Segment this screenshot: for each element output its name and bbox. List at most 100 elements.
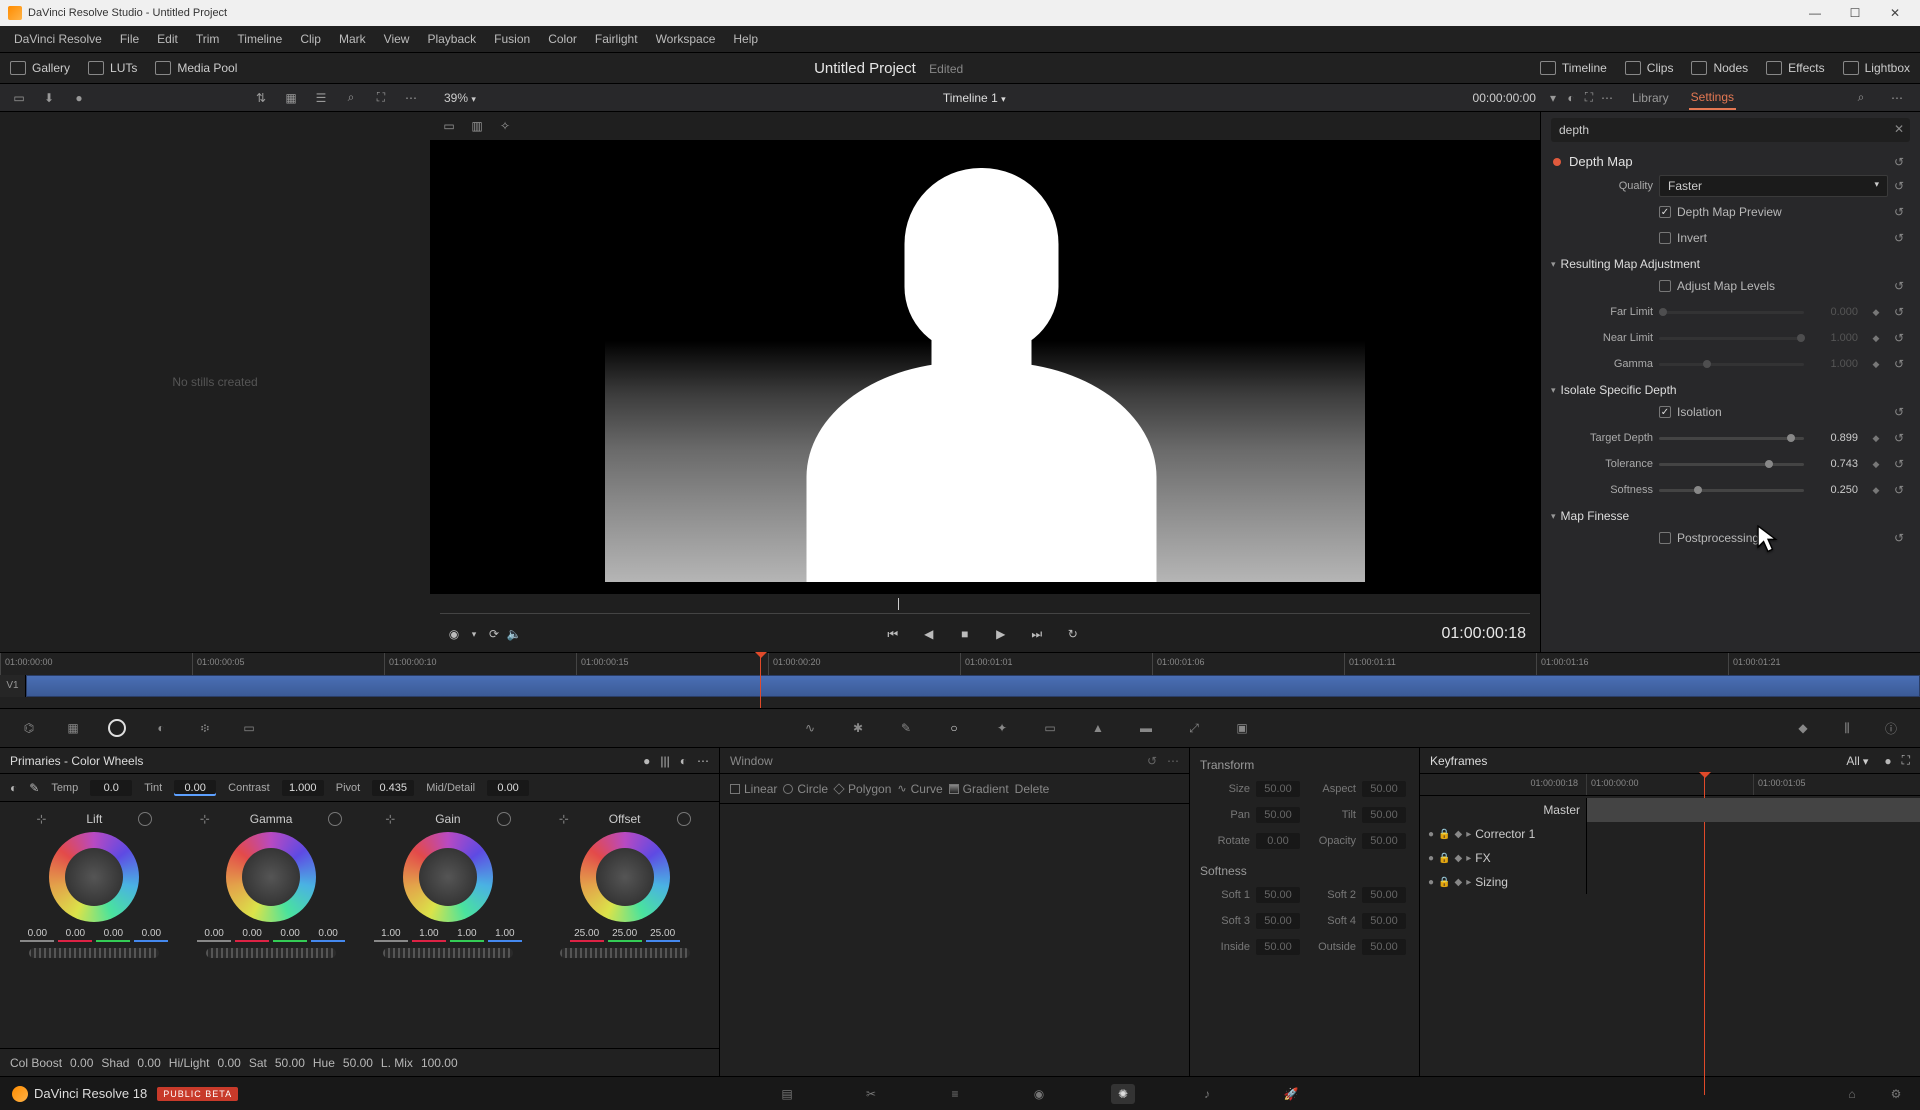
hue-value[interactable]: 50.00 bbox=[343, 1056, 373, 1070]
isolation-checkbox[interactable] bbox=[1659, 406, 1671, 418]
quality-select[interactable]: Faster▾ bbox=[1659, 175, 1888, 197]
luts-toggle[interactable]: LUTs bbox=[88, 61, 137, 75]
keyframes-all-button[interactable]: All ▾ bbox=[1840, 752, 1874, 770]
gamma-wheel[interactable] bbox=[226, 832, 316, 922]
menu-help[interactable]: Help bbox=[725, 28, 766, 50]
image-wipe-icon[interactable]: ▭ bbox=[440, 118, 458, 134]
menu-playback[interactable]: Playback bbox=[419, 28, 484, 50]
unmix-icon[interactable]: ◉ bbox=[444, 624, 464, 644]
timeline-playhead[interactable] bbox=[760, 653, 761, 708]
target-reset-icon[interactable]: ↺ bbox=[1894, 431, 1908, 445]
polygon-shape-button[interactable]: Polygon bbox=[834, 782, 891, 796]
hdr-wheels-icon[interactable]: ◐ bbox=[150, 717, 172, 739]
expand-icon[interactable]: ⛶ bbox=[372, 90, 390, 106]
clips-toggle[interactable]: Clips bbox=[1625, 61, 1674, 75]
dot-icon[interactable]: ● bbox=[70, 90, 88, 106]
primaries-more-icon[interactable]: ⋯ bbox=[697, 754, 709, 768]
home-icon[interactable]: ⌂ bbox=[1840, 1084, 1864, 1104]
effects-search-input[interactable] bbox=[1551, 118, 1910, 142]
fusion-page-icon[interactable]: ◉ bbox=[1027, 1084, 1051, 1104]
pan-value[interactable]: 50.00 bbox=[1256, 807, 1300, 823]
video-clip[interactable] bbox=[26, 675, 1920, 697]
tilt-value[interactable]: 50.00 bbox=[1362, 807, 1406, 823]
postprocessing-checkbox[interactable] bbox=[1659, 532, 1671, 544]
bypass-icon[interactable]: ◐ bbox=[1562, 90, 1580, 106]
lightbox-toggle[interactable]: Lightbox bbox=[1843, 61, 1910, 75]
inside-value[interactable]: 50.00 bbox=[1256, 939, 1300, 955]
offset-jog[interactable] bbox=[560, 948, 690, 958]
lift-y-handle-icon[interactable]: ⊹ bbox=[36, 812, 50, 826]
aspect-value[interactable]: 50.00 bbox=[1362, 781, 1406, 797]
tab-library[interactable]: Library bbox=[1630, 87, 1671, 109]
color-match-icon[interactable]: ▦ bbox=[62, 717, 84, 739]
lmix-value[interactable]: 100.00 bbox=[421, 1056, 458, 1070]
3d-icon[interactable]: ▣ bbox=[1231, 717, 1253, 739]
menu-clip[interactable]: Clip bbox=[292, 28, 329, 50]
menu-app[interactable]: DaVinci Resolve bbox=[6, 28, 110, 50]
mute-icon[interactable]: 🔈 bbox=[504, 624, 524, 644]
soft3-value[interactable]: 50.00 bbox=[1256, 913, 1300, 929]
preview-reset-icon[interactable]: ↺ bbox=[1894, 205, 1908, 219]
edit-page-icon[interactable]: ≡ bbox=[943, 1084, 967, 1104]
viewer-timecode[interactable]: 01:00:00:18 bbox=[1441, 625, 1526, 643]
sizing-track[interactable] bbox=[1586, 870, 1920, 894]
last-frame-button[interactable]: ⏭ bbox=[1027, 624, 1047, 644]
gradient-shape-button[interactable]: Gradient bbox=[949, 782, 1009, 796]
qualifier-icon[interactable]: ✎ bbox=[895, 717, 917, 739]
kf-dot-icon[interactable]: ● bbox=[1884, 754, 1891, 768]
first-frame-button[interactable]: ⏮ bbox=[883, 624, 903, 644]
list-view-icon[interactable]: ☰ bbox=[312, 90, 330, 106]
menu-color[interactable]: Color bbox=[540, 28, 585, 50]
play-button[interactable]: ▶ bbox=[991, 624, 1011, 644]
gamma-jog[interactable] bbox=[206, 948, 336, 958]
inspector-more-icon[interactable]: ⋯ bbox=[1888, 90, 1906, 106]
scopes-icon[interactable]: ⫼ bbox=[1836, 717, 1858, 739]
search-icon[interactable]: ⌕ bbox=[342, 90, 360, 106]
stop-button[interactable]: ■ bbox=[955, 624, 975, 644]
colboost-value[interactable]: 0.00 bbox=[70, 1056, 93, 1070]
quality-reset-icon[interactable]: ↺ bbox=[1894, 179, 1908, 193]
gain-y-handle-icon[interactable]: ⊹ bbox=[385, 812, 399, 826]
soft4-value[interactable]: 50.00 bbox=[1362, 913, 1406, 929]
log-mode-icon[interactable]: ◐ bbox=[680, 754, 687, 768]
grid-view-icon[interactable]: ▦ bbox=[282, 90, 300, 106]
window-more-icon[interactable]: ⋯ bbox=[1167, 754, 1179, 768]
close-button[interactable]: ✕ bbox=[1878, 2, 1912, 24]
fx-enable-dot[interactable] bbox=[1553, 158, 1561, 166]
stills-import-icon[interactable]: ⬇ bbox=[40, 90, 58, 106]
keyframes-mode-icon[interactable]: ◆ bbox=[1792, 717, 1814, 739]
postprocessing-reset-icon[interactable]: ↺ bbox=[1894, 531, 1908, 545]
highlight-wand-icon[interactable]: ✧ bbox=[496, 118, 514, 134]
soft2-value[interactable]: 50.00 bbox=[1362, 887, 1406, 903]
invert-reset-icon[interactable]: ↺ bbox=[1894, 231, 1908, 245]
clear-search-icon[interactable]: ✕ bbox=[1894, 122, 1904, 136]
effects-toggle[interactable]: Effects bbox=[1766, 61, 1824, 75]
menu-view[interactable]: View bbox=[376, 28, 418, 50]
section-result-map[interactable]: ▾Resulting Map Adjustment bbox=[1541, 251, 1920, 273]
maximize-button[interactable]: ☐ bbox=[1838, 2, 1872, 24]
color-warper-icon[interactable]: ✱ bbox=[847, 717, 869, 739]
temp-value[interactable]: 0.0 bbox=[90, 780, 132, 796]
fx-track[interactable] bbox=[1586, 846, 1920, 870]
hilight-value[interactable]: 0.00 bbox=[217, 1056, 240, 1070]
lift-reset-icon[interactable] bbox=[138, 812, 152, 826]
inspector-search-icon[interactable]: ⌕ bbox=[1852, 90, 1870, 106]
section-isolate[interactable]: ▾Isolate Specific Depth bbox=[1541, 377, 1920, 399]
mediapool-toggle[interactable]: Media Pool bbox=[155, 61, 237, 75]
gain-reset-icon[interactable] bbox=[497, 812, 511, 826]
project-settings-icon[interactable]: ⚙ bbox=[1884, 1084, 1908, 1104]
corrector-row-label[interactable]: Corrector 1 bbox=[1475, 827, 1535, 841]
softness-kf[interactable]: ◆ bbox=[1864, 485, 1888, 496]
sat-value[interactable]: 50.00 bbox=[275, 1056, 305, 1070]
gain-jog[interactable] bbox=[383, 948, 513, 958]
softness-slider[interactable] bbox=[1659, 489, 1804, 492]
pivot-value[interactable]: 0.435 bbox=[372, 780, 414, 796]
contrast-value[interactable]: 1.000 bbox=[282, 780, 324, 796]
kf-expand-icon[interactable]: ⛶ bbox=[1902, 753, 1910, 768]
corrector-track[interactable] bbox=[1586, 822, 1920, 846]
sizing-icon[interactable]: ⤢ bbox=[1183, 717, 1205, 739]
sort-icon[interactable]: ⇅ bbox=[252, 90, 270, 106]
source-timecode[interactable]: 00:00:00:00 bbox=[1473, 91, 1536, 105]
tc-dropdown-icon[interactable]: ▾ bbox=[1544, 90, 1562, 106]
adjust-levels-reset-icon[interactable]: ↺ bbox=[1894, 279, 1908, 293]
